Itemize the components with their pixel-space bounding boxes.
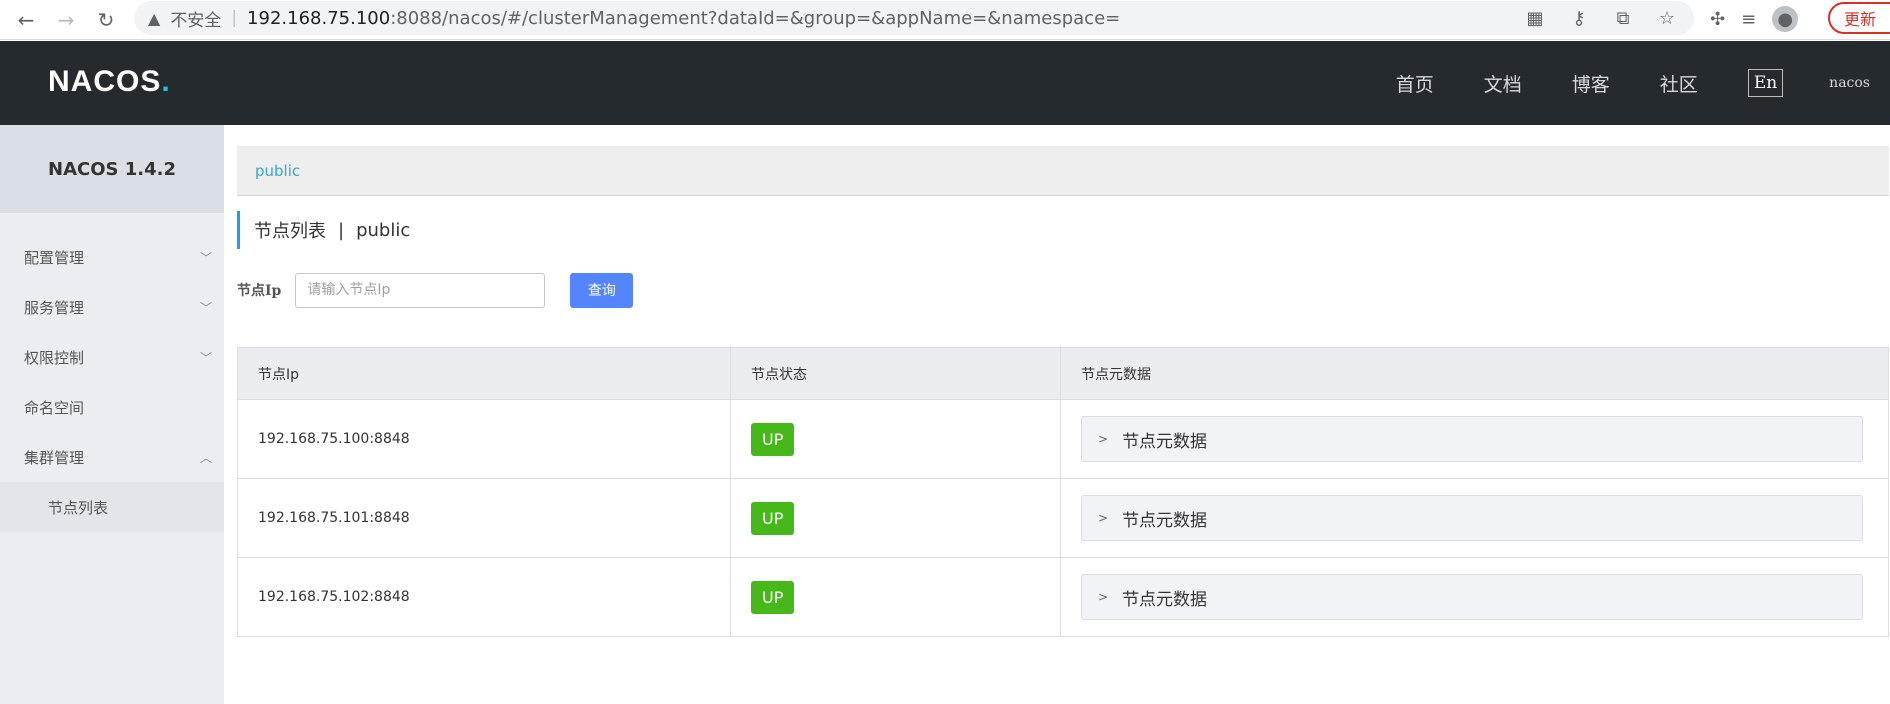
url-path: :8088/nacos/#/clusterManagement?dataId=&… xyxy=(390,7,1121,29)
bookmark-star-icon[interactable]: ☆ xyxy=(1656,8,1678,29)
node-ip-cell: 192.168.75.102:8848 xyxy=(237,557,731,637)
reload-icon[interactable]: ↻ xyxy=(92,6,120,34)
chevron-right-icon: > xyxy=(1098,511,1109,525)
address-bar[interactable]: ▲ 不安全 | 192.168.75.100:8088/nacos/#/clus… xyxy=(134,1,1694,35)
metadata-collapse[interactable]: > 节点元数据 xyxy=(1081,574,1863,620)
namespace-bar: public xyxy=(237,146,1889,196)
version-title: NACOS 1.4.2 xyxy=(0,125,224,213)
main-content: public 节点列表 | public 节点Ip 查询 节点Ip 节点状态 节… xyxy=(224,125,1890,704)
status-badge: UP xyxy=(751,501,795,535)
column-header-metadata: 节点元数据 xyxy=(1060,347,1889,400)
sidebar-item-label: 配置管理 xyxy=(24,248,85,267)
chevron-down-icon: ﹀ xyxy=(199,350,212,365)
qr-code-icon[interactable]: ▦ xyxy=(1524,8,1546,29)
logo-text: NACOS xyxy=(48,65,162,98)
chevron-right-icon: > xyxy=(1098,432,1109,446)
sidebar-item-cluster[interactable]: 集群管理 ︿ xyxy=(0,432,224,482)
logo-dot: . xyxy=(161,65,171,98)
status-badge: UP xyxy=(751,422,795,456)
metadata-collapse-label: 节点元数据 xyxy=(1122,431,1208,452)
update-button[interactable]: 更新 xyxy=(1828,2,1890,34)
table-header-row: 节点Ip 节点状态 节点元数据 xyxy=(237,347,1889,400)
key-icon[interactable]: ⚷ xyxy=(1568,8,1590,29)
nacos-logo[interactable]: NACOS. xyxy=(48,65,171,99)
metadata-collapse-label: 节点元数据 xyxy=(1122,510,1208,531)
top-nav: 首页 文档 博客 社区 En nacos xyxy=(1396,41,1890,125)
forward-icon[interactable]: → xyxy=(52,6,80,34)
browser-toolbar: ← → ↻ ▲ 不安全 | 192.168.75.100:8088/nacos/… xyxy=(0,0,1890,40)
node-ip-cell: 192.168.75.101:8848 xyxy=(237,478,731,558)
search-label: 节点Ip xyxy=(237,283,282,299)
node-table: 节点Ip 节点状态 节点元数据 192.168.75.100:8848 UP >… xyxy=(237,347,1889,637)
node-metadata-cell: > 节点元数据 xyxy=(1060,399,1889,479)
app-header: NACOS. 首页 文档 博客 社区 En nacos xyxy=(0,41,1890,125)
table-row: 192.168.75.100:8848 UP > 节点元数据 xyxy=(237,399,1889,479)
metadata-collapse[interactable]: > 节点元数据 xyxy=(1081,416,1863,462)
metadata-collapse-label: 节点元数据 xyxy=(1122,589,1208,610)
table-row: 192.168.75.101:8848 UP > 节点元数据 xyxy=(237,478,1889,558)
nav-docs-link[interactable]: 文档 xyxy=(1484,70,1522,97)
user-menu[interactable]: nacos xyxy=(1829,75,1870,91)
column-header-status: 节点状态 xyxy=(730,347,1061,400)
node-ip-cell: 192.168.75.100:8848 xyxy=(237,399,731,479)
search-form: 节点Ip 查询 xyxy=(237,272,634,308)
sidebar-subitem-node-list[interactable]: 节点列表 xyxy=(0,482,224,532)
sidebar-item-label: 命名空间 xyxy=(24,398,85,417)
url-host: 192.168.75.100 xyxy=(247,7,391,29)
sidebar-item-label: 服务管理 xyxy=(24,298,85,317)
node-status-cell: UP xyxy=(730,399,1061,479)
node-status-cell: UP xyxy=(730,478,1061,558)
query-button[interactable]: 查询 xyxy=(570,272,634,308)
profile-avatar-icon[interactable]: ● xyxy=(1772,6,1799,32)
sidebar-item-service[interactable]: 服务管理 ﹀ xyxy=(0,282,224,332)
nav-community-link[interactable]: 社区 xyxy=(1660,70,1698,97)
sidebar-item-config[interactable]: 配置管理 ﹀ xyxy=(0,232,224,282)
translate-icon[interactable]: ⧉ xyxy=(1612,8,1634,29)
column-header-ip: 节点Ip xyxy=(237,347,731,400)
sidebar-item-label: 权限控制 xyxy=(24,348,85,367)
sidebar-item-auth[interactable]: 权限控制 ﹀ xyxy=(0,332,224,382)
table-row: 192.168.75.102:8848 UP > 节点元数据 xyxy=(237,557,1889,637)
back-icon[interactable]: ← xyxy=(12,6,40,34)
node-status-cell: UP xyxy=(730,557,1061,637)
chevron-right-icon: > xyxy=(1098,590,1109,604)
sidebar: NACOS 1.4.2 配置管理 ﹀ 服务管理 ﹀ 权限控制 ﹀ 命名空间 集群… xyxy=(0,125,224,704)
node-metadata-cell: > 节点元数据 xyxy=(1060,478,1889,558)
nav-home-link[interactable]: 首页 xyxy=(1396,70,1434,97)
node-metadata-cell: > 节点元数据 xyxy=(1060,557,1889,637)
chevron-down-icon: ﹀ xyxy=(199,300,212,315)
warning-icon: ▲ xyxy=(148,8,161,28)
page-title: 节点列表 | public xyxy=(237,211,410,249)
sidebar-item-label: 集群管理 xyxy=(24,448,85,467)
reading-list-icon[interactable]: ≡ xyxy=(1741,9,1756,30)
url-separator: | xyxy=(231,8,238,28)
status-badge: UP xyxy=(751,580,795,614)
chevron-up-icon: ︿ xyxy=(199,450,212,465)
chevron-down-icon: ﹀ xyxy=(199,250,212,265)
sidebar-item-namespace[interactable]: 命名空间 xyxy=(0,382,224,432)
language-switch-button[interactable]: En xyxy=(1747,69,1784,97)
nav-blog-link[interactable]: 博客 xyxy=(1572,70,1610,97)
page-title-text: 节点列表 xyxy=(254,221,326,242)
extensions-icon[interactable]: ✣ xyxy=(1710,9,1725,30)
namespace-link[interactable]: public xyxy=(255,162,300,180)
insecure-label: 不安全 xyxy=(170,10,222,31)
metadata-collapse[interactable]: > 节点元数据 xyxy=(1081,495,1863,541)
node-ip-input[interactable] xyxy=(295,272,546,308)
page-title-namespace: public xyxy=(356,219,411,241)
page-title-separator: | xyxy=(338,219,345,241)
